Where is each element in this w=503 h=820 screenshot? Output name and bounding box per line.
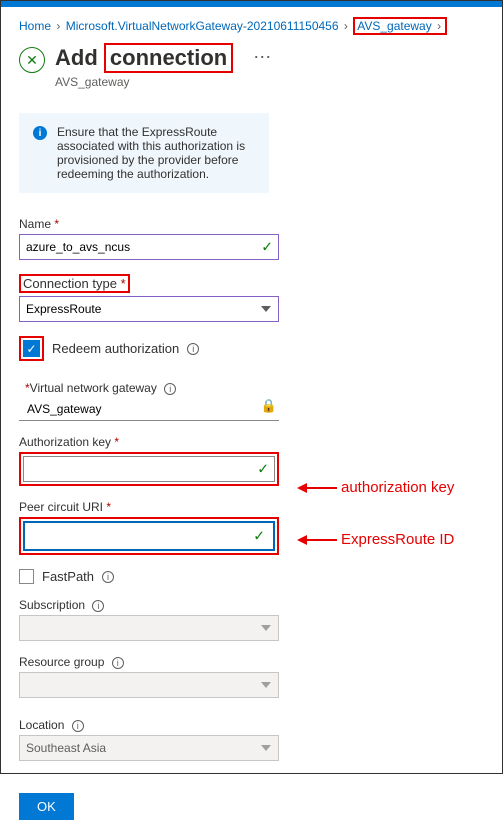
auth-key-label: Authorization key * [19, 435, 279, 449]
breadcrumb-sep: › [344, 19, 348, 33]
fastpath-checkbox[interactable] [19, 569, 34, 584]
resource-group-select [19, 672, 279, 698]
resource-group-label: Resource group i [19, 655, 279, 669]
connection-type-select[interactable] [19, 296, 279, 322]
name-input[interactable] [19, 234, 279, 260]
more-icon[interactable]: ⋯ [253, 47, 271, 68]
location-select [19, 735, 279, 761]
close-icon[interactable]: ✕ [19, 47, 45, 73]
title-boxed: connection [104, 43, 233, 73]
ok-button[interactable]: OK [19, 793, 74, 820]
title-text: Add [55, 45, 98, 70]
redeem-authorization-checkbox[interactable]: ✓ [23, 340, 40, 357]
breadcrumb-gateway[interactable]: AVS_gateway [357, 19, 432, 33]
subscription-select [19, 615, 279, 641]
info-text: Ensure that the ExpressRoute associated … [57, 125, 255, 181]
connection-type-label: Connection type * [19, 274, 130, 293]
info-icon[interactable]: i [102, 571, 114, 583]
subscription-label: Subscription i [19, 598, 279, 612]
info-icon[interactable]: i [164, 383, 176, 395]
peer-uri-input[interactable] [27, 525, 271, 547]
info-icon[interactable]: i [72, 720, 84, 732]
location-label: Location i [19, 718, 279, 732]
lock-icon: 🔒 [261, 398, 277, 414]
peer-uri-label: Peer circuit URI * [19, 500, 279, 514]
breadcrumb-home[interactable]: Home [19, 19, 51, 33]
breadcrumb-sep: › [56, 19, 60, 33]
name-label: Name * [19, 217, 279, 231]
info-icon[interactable]: i [92, 600, 104, 612]
fastpath-label: FastPath [42, 569, 94, 584]
info-icon: i [33, 126, 47, 140]
page-subtitle: AVS_gateway [55, 75, 233, 89]
vng-input [19, 398, 279, 421]
page-title: Add connection [55, 43, 233, 73]
breadcrumb-sep: › [437, 19, 441, 33]
info-icon[interactable]: i [187, 343, 199, 355]
redeem-authorization-label: Redeem authorization [52, 341, 179, 356]
info-banner: i Ensure that the ExpressRoute associate… [19, 113, 269, 193]
info-icon[interactable]: i [112, 657, 124, 669]
auth-key-input[interactable] [23, 456, 275, 482]
breadcrumb: Home › Microsoft.VirtualNetworkGateway-2… [19, 17, 484, 35]
breadcrumb-resource[interactable]: Microsoft.VirtualNetworkGateway-20210611… [66, 19, 339, 33]
vng-label: *Virtual network gateway i [19, 381, 279, 395]
